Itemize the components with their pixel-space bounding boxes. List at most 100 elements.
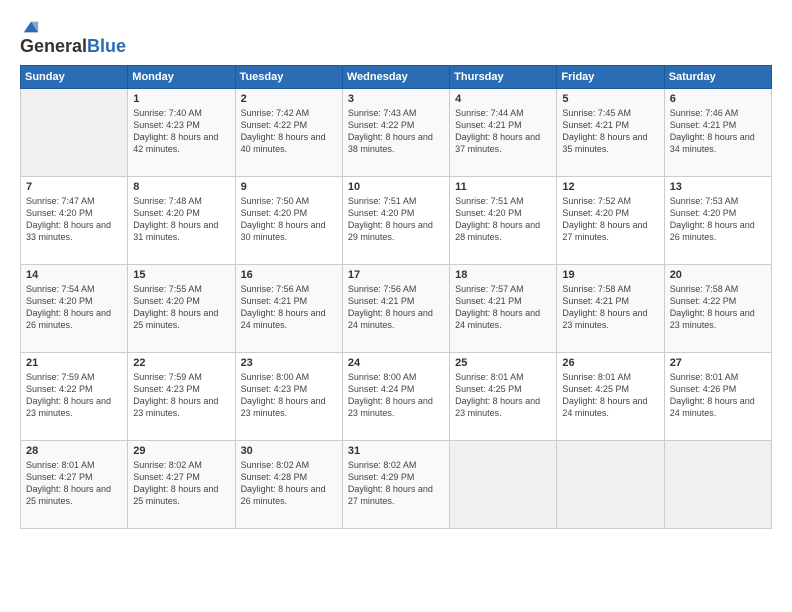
- weekday-header: Tuesday: [235, 66, 342, 89]
- calendar-week-row: 28 Sunrise: 8:01 AMSunset: 4:27 PMDayligh…: [21, 441, 772, 529]
- page: GeneralBlue SundayMondayTuesdayWednesday…: [0, 0, 792, 612]
- day-number: 30: [241, 445, 337, 457]
- day-number: 3: [348, 93, 444, 105]
- calendar-cell: 1Sunrise: 7:40 AMSunset: 4:23 PMDaylight…: [128, 89, 235, 177]
- calendar-week-row: 7 Sunrise: 7:47 AMSunset: 4:20 PMDaylight…: [21, 177, 772, 265]
- calendar-header: SundayMondayTuesdayWednesdayThursdayFrid…: [21, 66, 772, 89]
- calendar-cell: 9 Sunrise: 7:50 AMSunset: 4:20 PMDaylight…: [235, 177, 342, 265]
- calendar-cell: 21 Sunrise: 7:59 AMSunset: 4:22 PMDayligh…: [21, 353, 128, 441]
- day-number: 11: [455, 181, 551, 193]
- calendar-cell: 29Sunrise: 8:02 AMSunset: 4:27 PMDayligh…: [128, 441, 235, 529]
- day-detail: Sunrise: 7:51 AMSunset: 4:20 PMDaylight:…: [455, 195, 551, 244]
- day-number: 1: [133, 93, 229, 105]
- day-detail: Sunrise: 7:46 AMSunset: 4:21 PMDaylight:…: [670, 107, 766, 156]
- day-number: 19: [562, 269, 658, 281]
- weekday-header: Saturday: [664, 66, 771, 89]
- day-detail: Sunrise: 8:01 AMSunset: 4:25 PMDaylight:…: [455, 371, 551, 420]
- day-number: 25: [455, 357, 551, 369]
- calendar-cell: 15 Sunrise: 7:55 AMSunset: 4:20 PMDayligh…: [128, 265, 235, 353]
- day-number: 21: [26, 357, 122, 369]
- day-detail: Sunrise: 7:45 AMSunset: 4:21 PMDaylight:…: [562, 107, 658, 156]
- logo-text-line: GeneralBlue: [20, 36, 126, 56]
- calendar-cell: 5 Sunrise: 7:45 AMSunset: 4:21 PMDaylight…: [557, 89, 664, 177]
- day-detail: Sunrise: 7:54 AMSunset: 4:20 PMDaylight:…: [26, 283, 122, 332]
- weekday-header: Sunday: [21, 66, 128, 89]
- calendar-cell: 31 Sunrise: 8:02 AMSunset: 4:29 PMDayligh…: [342, 441, 449, 529]
- day-number: 14: [26, 269, 122, 281]
- day-number: 29: [133, 445, 229, 457]
- day-number: 31: [348, 445, 444, 457]
- day-detail: Sunrise: 7:56 AMSunset: 4:21 PMDaylight:…: [348, 283, 444, 332]
- calendar-body: 1Sunrise: 7:40 AMSunset: 4:23 PMDaylight…: [21, 89, 772, 529]
- day-number: 13: [670, 181, 766, 193]
- day-number: 18: [455, 269, 551, 281]
- header: GeneralBlue: [20, 18, 772, 57]
- calendar-cell: 14 Sunrise: 7:54 AMSunset: 4:20 PMDayligh…: [21, 265, 128, 353]
- day-detail: Sunrise: 7:55 AMSunset: 4:20 PMDaylight:…: [133, 283, 229, 332]
- day-detail: Sunrise: 8:00 AMSunset: 4:24 PMDaylight:…: [348, 371, 444, 420]
- calendar-cell: 6 Sunrise: 7:46 AMSunset: 4:21 PMDaylight…: [664, 89, 771, 177]
- day-number: 16: [241, 269, 337, 281]
- day-detail: Sunrise: 7:47 AMSunset: 4:20 PMDaylight:…: [26, 195, 122, 244]
- calendar-cell: [557, 441, 664, 529]
- weekday-row: SundayMondayTuesdayWednesdayThursdayFrid…: [21, 66, 772, 89]
- day-detail: Sunrise: 8:02 AMSunset: 4:29 PMDaylight:…: [348, 459, 444, 508]
- day-detail: Sunrise: 7:57 AMSunset: 4:21 PMDaylight:…: [455, 283, 551, 332]
- weekday-header: Wednesday: [342, 66, 449, 89]
- day-number: 15: [133, 269, 229, 281]
- day-detail: Sunrise: 7:58 AMSunset: 4:22 PMDaylight:…: [670, 283, 766, 332]
- calendar-cell: 24 Sunrise: 8:00 AMSunset: 4:24 PMDayligh…: [342, 353, 449, 441]
- calendar-cell: 27 Sunrise: 8:01 AMSunset: 4:26 PMDayligh…: [664, 353, 771, 441]
- calendar-cell: 11 Sunrise: 7:51 AMSunset: 4:20 PMDayligh…: [450, 177, 557, 265]
- day-number: 20: [670, 269, 766, 281]
- day-number: 12: [562, 181, 658, 193]
- calendar-cell: 19 Sunrise: 7:58 AMSunset: 4:21 PMDayligh…: [557, 265, 664, 353]
- day-number: 26: [562, 357, 658, 369]
- calendar-cell: [664, 441, 771, 529]
- day-detail: Sunrise: 8:01 AMSunset: 4:25 PMDaylight:…: [562, 371, 658, 420]
- day-detail: Sunrise: 7:53 AMSunset: 4:20 PMDaylight:…: [670, 195, 766, 244]
- day-number: 23: [241, 357, 337, 369]
- day-detail: Sunrise: 7:44 AMSunset: 4:21 PMDaylight:…: [455, 107, 551, 156]
- weekday-header: Friday: [557, 66, 664, 89]
- calendar-cell: 17Sunrise: 7:56 AMSunset: 4:21 PMDayligh…: [342, 265, 449, 353]
- calendar-week-row: 14 Sunrise: 7:54 AMSunset: 4:20 PMDayligh…: [21, 265, 772, 353]
- day-number: 6: [670, 93, 766, 105]
- day-number: 5: [562, 93, 658, 105]
- weekday-header: Monday: [128, 66, 235, 89]
- day-detail: Sunrise: 8:00 AMSunset: 4:23 PMDaylight:…: [241, 371, 337, 420]
- day-detail: Sunrise: 7:59 AMSunset: 4:22 PMDaylight:…: [26, 371, 122, 420]
- day-number: 24: [348, 357, 444, 369]
- day-detail: Sunrise: 8:02 AMSunset: 4:28 PMDaylight:…: [241, 459, 337, 508]
- calendar-cell: 8Sunrise: 7:48 AMSunset: 4:20 PMDaylight…: [128, 177, 235, 265]
- day-number: 4: [455, 93, 551, 105]
- logo-icon: [22, 18, 40, 36]
- day-number: 10: [348, 181, 444, 193]
- day-detail: Sunrise: 7:51 AMSunset: 4:20 PMDaylight:…: [348, 195, 444, 244]
- day-number: 27: [670, 357, 766, 369]
- day-detail: Sunrise: 8:01 AMSunset: 4:27 PMDaylight:…: [26, 459, 122, 508]
- day-number: 28: [26, 445, 122, 457]
- day-detail: Sunrise: 8:01 AMSunset: 4:26 PMDaylight:…: [670, 371, 766, 420]
- calendar-cell: 2 Sunrise: 7:42 AMSunset: 4:22 PMDaylight…: [235, 89, 342, 177]
- day-number: 7: [26, 181, 122, 193]
- calendar-cell: 26 Sunrise: 8:01 AMSunset: 4:25 PMDayligh…: [557, 353, 664, 441]
- day-detail: Sunrise: 7:50 AMSunset: 4:20 PMDaylight:…: [241, 195, 337, 244]
- calendar-cell: 25 Sunrise: 8:01 AMSunset: 4:25 PMDayligh…: [450, 353, 557, 441]
- day-detail: Sunrise: 7:58 AMSunset: 4:21 PMDaylight:…: [562, 283, 658, 332]
- day-number: 9: [241, 181, 337, 193]
- calendar-week-row: 1Sunrise: 7:40 AMSunset: 4:23 PMDaylight…: [21, 89, 772, 177]
- calendar-cell: 10 Sunrise: 7:51 AMSunset: 4:20 PMDayligh…: [342, 177, 449, 265]
- day-detail: Sunrise: 7:48 AMSunset: 4:20 PMDaylight:…: [133, 195, 229, 244]
- calendar-cell: 23 Sunrise: 8:00 AMSunset: 4:23 PMDayligh…: [235, 353, 342, 441]
- calendar-cell: 30 Sunrise: 8:02 AMSunset: 4:28 PMDayligh…: [235, 441, 342, 529]
- calendar-cell: 13 Sunrise: 7:53 AMSunset: 4:20 PMDayligh…: [664, 177, 771, 265]
- day-detail: Sunrise: 7:56 AMSunset: 4:21 PMDaylight:…: [241, 283, 337, 332]
- day-detail: Sunrise: 7:42 AMSunset: 4:22 PMDaylight:…: [241, 107, 337, 156]
- calendar-cell: 3Sunrise: 7:43 AMSunset: 4:22 PMDaylight…: [342, 89, 449, 177]
- day-number: 2: [241, 93, 337, 105]
- weekday-header: Thursday: [450, 66, 557, 89]
- calendar-cell: 18 Sunrise: 7:57 AMSunset: 4:21 PMDayligh…: [450, 265, 557, 353]
- calendar-cell: 7 Sunrise: 7:47 AMSunset: 4:20 PMDaylight…: [21, 177, 128, 265]
- calendar-cell: 16 Sunrise: 7:56 AMSunset: 4:21 PMDayligh…: [235, 265, 342, 353]
